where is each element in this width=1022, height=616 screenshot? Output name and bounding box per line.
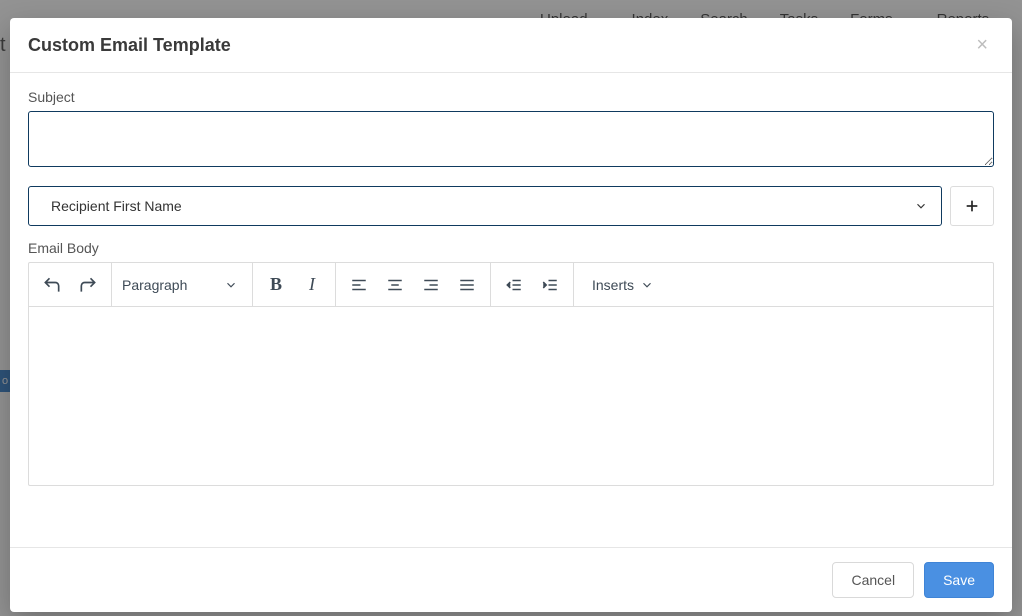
align-left-button[interactable] [342, 268, 376, 302]
custom-email-template-modal: Custom Email Template × Subject Recipien… [10, 18, 1012, 612]
align-right-icon [422, 276, 440, 294]
format-dropdown[interactable]: Paragraph [112, 277, 252, 293]
subject-input[interactable] [28, 111, 994, 167]
redo-icon [78, 275, 98, 295]
modal-body: Subject Recipient First Name [10, 73, 1012, 547]
close-icon: × [976, 34, 988, 56]
redo-button[interactable] [71, 268, 105, 302]
bold-button[interactable]: B [259, 268, 293, 302]
align-center-icon [386, 276, 404, 294]
rich-text-editor: Paragraph B I [28, 262, 994, 486]
toolbar-group-history [29, 263, 112, 306]
undo-button[interactable] [35, 268, 69, 302]
outdent-icon [505, 276, 523, 294]
email-body-input[interactable] [29, 307, 993, 485]
variable-select-wrap: Recipient First Name [28, 186, 942, 226]
subject-label: Subject [28, 89, 994, 105]
toolbar-group-indent [491, 263, 574, 306]
close-button[interactable]: × [970, 33, 994, 57]
save-button[interactable]: Save [924, 562, 994, 598]
cancel-button[interactable]: Cancel [832, 562, 914, 598]
chevron-down-icon [224, 278, 238, 292]
variable-row: Recipient First Name [28, 186, 994, 226]
editor-toolbar: Paragraph B I [29, 263, 993, 307]
toolbar-group-style: B I [253, 263, 336, 306]
modal-title: Custom Email Template [28, 35, 231, 56]
undo-icon [42, 275, 62, 295]
align-left-icon [350, 276, 368, 294]
modal-header: Custom Email Template × [10, 18, 1012, 73]
plus-icon [964, 198, 980, 214]
bold-icon: B [270, 274, 282, 295]
align-center-button[interactable] [378, 268, 412, 302]
chevron-down-icon [640, 278, 654, 292]
modal-footer: Cancel Save [10, 547, 1012, 612]
toolbar-group-align [336, 263, 491, 306]
variable-select[interactable]: Recipient First Name [28, 186, 942, 226]
toolbar-group-inserts: Inserts [574, 263, 993, 306]
italic-button[interactable]: I [295, 268, 329, 302]
align-right-button[interactable] [414, 268, 448, 302]
align-justify-button[interactable] [450, 268, 484, 302]
inserts-dropdown[interactable]: Inserts [580, 277, 666, 293]
body-label: Email Body [28, 240, 994, 256]
indent-button[interactable] [533, 268, 567, 302]
inserts-dropdown-label: Inserts [592, 277, 634, 293]
align-justify-icon [458, 276, 476, 294]
add-variable-button[interactable] [950, 186, 994, 226]
indent-icon [541, 276, 559, 294]
italic-icon: I [309, 274, 315, 295]
format-dropdown-label: Paragraph [122, 277, 187, 293]
outdent-button[interactable] [497, 268, 531, 302]
toolbar-group-format: Paragraph [112, 263, 253, 306]
